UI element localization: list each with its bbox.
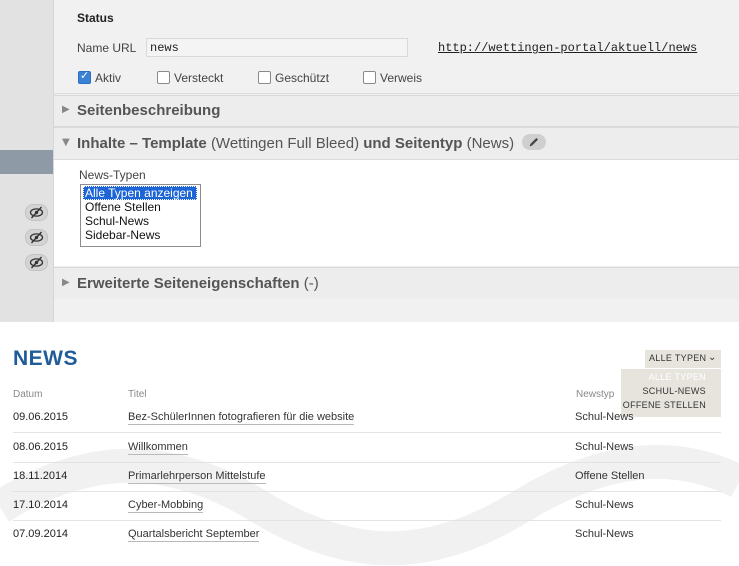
- status-heading: Status: [77, 11, 114, 25]
- eye-slash-icon[interactable]: [25, 229, 48, 246]
- section-title: Erweiterte Seiteneigenschaften (-): [77, 275, 319, 292]
- row-type: Schul-News: [575, 499, 634, 511]
- checkbox-box[interactable]: [363, 71, 376, 84]
- section-title-text: Seitenbeschreibung: [77, 102, 221, 119]
- table-row: 07.09.2014 Quartalsbericht September Sch…: [13, 520, 721, 549]
- row-date: 17.10.2014: [13, 499, 69, 511]
- row-type: Offene Stellen: [575, 470, 645, 482]
- news-types-label: News-Typen: [79, 168, 146, 182]
- template-name: (Wettingen Full Bleed): [210, 135, 360, 152]
- checkbox-box[interactable]: [157, 71, 170, 84]
- column-header-type: Newstyp: [576, 389, 615, 400]
- website-news-preview: NEWS ALLE TYPEN ⌄ ALLE TYPEN SCHUL-NEWS …: [0, 322, 739, 566]
- table-row: 08.06.2015 Willkommen Schul-News: [13, 433, 721, 463]
- type-filter-dropdown[interactable]: ALLE TYPEN ⌄: [645, 350, 721, 368]
- row-type: Schul-News: [575, 441, 634, 453]
- page-title: NEWS: [13, 347, 78, 370]
- section-title-suffix: (-): [303, 275, 319, 292]
- section-inhalte[interactable]: ▼ Inhalte – Template (Wettingen Full Ble…: [54, 127, 739, 160]
- listbox-option[interactable]: Schul-News: [83, 214, 197, 228]
- table-row: 18.11.2014 Primarlehrperson Mittelstufe …: [13, 462, 721, 492]
- cms-editor: Status Name URL news http://wettingen-po…: [0, 0, 739, 322]
- filter-option[interactable]: ALLE TYPEN: [649, 372, 706, 382]
- triangle-down-icon: ▼: [62, 137, 70, 148]
- row-type: Schul-News: [575, 528, 634, 540]
- inhalte-content: News-Typen Alle Typen anzeigen Offene St…: [54, 160, 739, 266]
- pencil-icon[interactable]: [522, 134, 547, 151]
- checkbox-box[interactable]: [78, 69, 91, 84]
- row-title-link[interactable]: Cyber-Mobbing: [128, 499, 204, 513]
- pagetype-label: und Seitentyp: [363, 135, 463, 152]
- row-title-link[interactable]: Willkommen: [128, 441, 188, 455]
- left-gutter: [0, 0, 54, 322]
- table-row: 17.10.2014 Cyber-Mobbing Schul-News: [13, 491, 721, 521]
- listbox-option[interactable]: Alle Typen anzeigen: [83, 186, 197, 200]
- pagetype-name: (News): [466, 135, 515, 152]
- filter-option[interactable]: SCHUL-NEWS: [642, 386, 706, 396]
- table-row: 09.06.2015 Bez-SchülerInnen fotografiere…: [13, 403, 721, 433]
- name-url-input[interactable]: news: [146, 38, 408, 57]
- section-erweiterte-eigenschaften[interactable]: ▶ Erweiterte Seiteneigenschaften (-): [54, 267, 739, 300]
- section-title: Seitenbeschreibung: [77, 102, 220, 119]
- checkbox-label: Geschützt: [275, 71, 330, 85]
- row-type: Schul-News: [575, 411, 634, 423]
- template-label: Inhalte – Template: [77, 135, 207, 152]
- row-title-link[interactable]: Bez-SchülerInnen fotografieren für die w…: [128, 411, 355, 425]
- triangle-right-icon: ▶: [62, 104, 70, 115]
- section-seitenbeschreibung[interactable]: ▶ Seitenbeschreibung: [54, 95, 739, 127]
- eye-slash-icon[interactable]: [25, 254, 48, 271]
- row-title-link[interactable]: Quartalsbericht September: [128, 528, 260, 542]
- column-header-title: Titel: [128, 389, 147, 400]
- status-panel: Status Name URL news http://wettingen-po…: [54, 0, 739, 94]
- triangle-right-icon: ▶: [62, 277, 70, 288]
- checkbox-box[interactable]: [258, 71, 271, 84]
- name-url-label: Name URL: [77, 41, 137, 55]
- row-date: 09.06.2015: [13, 411, 69, 423]
- row-date: 07.09.2014: [13, 528, 69, 540]
- listbox-option[interactable]: Sidebar-News: [83, 228, 197, 242]
- eye-slash-icon[interactable]: [25, 204, 48, 221]
- panel-footer: [54, 299, 739, 322]
- checkbox-label: Versteckt: [174, 71, 224, 85]
- news-types-listbox[interactable]: Alle Typen anzeigen Offene Stellen Schul…: [80, 184, 201, 247]
- chevron-down-icon: ⌄: [708, 352, 717, 363]
- checkbox-label: Aktiv: [95, 71, 122, 85]
- checkbox-label: Verweis: [380, 71, 423, 85]
- listbox-option[interactable]: Offene Stellen: [83, 200, 197, 214]
- section-title: Inhalte – Template (Wettingen Full Bleed…: [77, 134, 547, 152]
- row-date: 08.06.2015: [13, 441, 69, 453]
- page-url-link[interactable]: http://wettingen-portal/aktuell/news: [438, 41, 697, 55]
- filter-label: ALLE TYPEN: [649, 353, 707, 363]
- row-title-link[interactable]: Primarlehrperson Mittelstufe: [128, 470, 266, 484]
- row-date: 18.11.2014: [13, 470, 68, 482]
- section-title-text: Erweiterte Seiteneigenschaften: [77, 275, 300, 292]
- gutter-marker: [0, 150, 53, 174]
- column-header-date: Datum: [13, 389, 43, 400]
